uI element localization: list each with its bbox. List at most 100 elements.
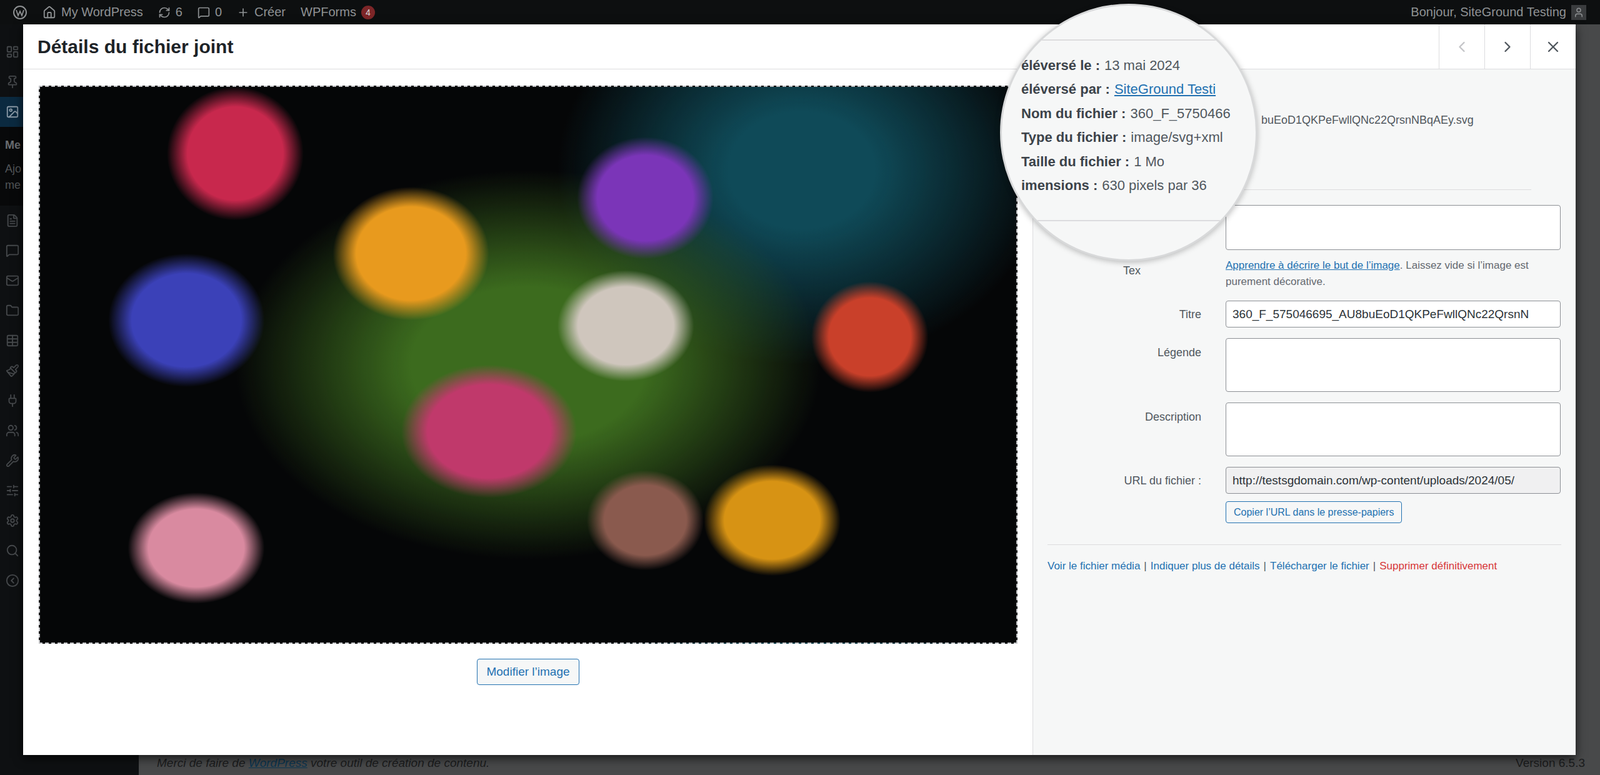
menu-icon [5, 45, 20, 59]
field-stack [1225, 338, 1561, 392]
magnified-separator [1001, 220, 1256, 222]
modal-header: Détails du fichier joint [23, 24, 1576, 70]
field-input[interactable]: 360_F_575046695_AU8buEoD1QKPeFwllQNc22Qr… [1225, 300, 1561, 328]
action-link[interactable]: Supprimer définitivement [1379, 558, 1497, 574]
magnified-detail-label: Type du fichier : [1021, 125, 1127, 150]
edit-image-button[interactable]: Modifier l’image [476, 658, 579, 685]
footer-link[interactable]: WordPress [248, 756, 308, 770]
footer-version: Version 6.5.3 [1515, 756, 1585, 770]
magnified-detail-label: éléversé par : [1021, 77, 1110, 102]
plus-icon [236, 6, 250, 19]
action-separator: | [1263, 558, 1267, 574]
updates[interactable]: 6 [150, 0, 190, 25]
menu-icon [5, 393, 20, 408]
menu-icon [5, 363, 20, 378]
field-label: URL du fichier : [1047, 466, 1202, 524]
magnified-detail-label: Taille du fichier : [1021, 150, 1130, 174]
action-link[interactable]: Télécharger le fichier [1270, 558, 1370, 574]
wordpress-menu[interactable] [5, 0, 35, 25]
home-icon [42, 5, 57, 20]
wordpress-logo-icon[interactable] [12, 5, 28, 20]
magnified-detail-row: éléversé le :13 mai 2024 [1021, 53, 1256, 78]
attachment-image [38, 85, 1018, 644]
field-label: Description [1047, 402, 1202, 457]
field-stack: Apprendre à décrire le but de l’image. L… [1225, 205, 1561, 290]
magnified-detail-value: 1 Mo [1133, 150, 1165, 174]
magnified-detail-row: éléversé par :SiteGround Testi [1021, 77, 1256, 102]
field-textarea[interactable] [1225, 338, 1561, 392]
footer: Merci de faire de WordPress votre outil … [138, 755, 1600, 775]
menu-icon [5, 75, 20, 89]
image-area: Modifier l’image [23, 69, 1033, 755]
field-label: Titre [1047, 300, 1202, 328]
field-textarea[interactable] [1225, 402, 1561, 457]
field-stack [1225, 402, 1561, 457]
account-menu[interactable]: Bonjour, SiteGround Testing [1403, 0, 1594, 25]
wpforms-menu[interactable]: WPForms4 [293, 0, 383, 25]
wpforms-badge: 4 [361, 5, 375, 20]
help-link[interactable]: Apprendre à décrire le but de l’image [1225, 259, 1400, 272]
menu-icon [5, 213, 20, 228]
refresh-icon [158, 6, 171, 19]
field-textarea[interactable] [1225, 205, 1561, 250]
chevron-left-icon [1453, 38, 1471, 56]
comments-count: 0 [215, 5, 222, 20]
field-row: Titre 360_F_575046695_AU8buEoD1QKPeFwllQN… [1047, 300, 1562, 328]
footer-thanks: Merci de faire de WordPress votre outil … [156, 756, 490, 770]
menu-icon [5, 333, 20, 348]
new-content[interactable]: Créer [229, 0, 294, 25]
admin-bar-right: Bonjour, SiteGround Testing [1403, 0, 1594, 25]
modal-title: Détails du fichier joint [23, 36, 234, 58]
action-separator: | [1143, 558, 1147, 574]
menu-icon [5, 273, 20, 288]
updates-count: 6 [175, 5, 183, 20]
menu-icon [5, 453, 20, 468]
comments[interactable]: 0 [190, 0, 230, 25]
action-link[interactable]: Indiquer plus de détails [1150, 558, 1260, 574]
field-label: Légende [1047, 338, 1202, 392]
menu-icon [5, 543, 20, 558]
magnified-detail-value[interactable]: SiteGround Testi [1114, 77, 1216, 102]
copy-url-button[interactable]: Copier l’URL dans le presse-papiers [1225, 501, 1402, 524]
field-row: Légende [1047, 338, 1562, 392]
site-name[interactable]: My WordPress [35, 0, 151, 25]
action-link[interactable]: Voir le fichier média [1047, 558, 1140, 574]
admin-bar-left: My WordPress 6 0 Créer WPForms4 [5, 0, 383, 25]
comment-icon [197, 6, 210, 19]
magnified-detail-label: éléversé le : [1021, 53, 1100, 78]
next-button[interactable] [1484, 24, 1530, 69]
magnified-detail-row: Type du fichier :image/svg+xml [1021, 125, 1256, 150]
action-separator: | [1373, 558, 1376, 574]
user-icon [1573, 6, 1585, 19]
menu-icon [5, 513, 20, 528]
field-row: URL du fichier : http://testsgdomain.com/… [1047, 466, 1562, 524]
attachment-modal: Détails du fichier joint Modifier l’image… [23, 24, 1576, 755]
modal-nav [1438, 24, 1576, 69]
menu-icon [5, 105, 20, 119]
field-stack: 360_F_575046695_AU8buEoD1QKPeFwllQNc22Qr… [1225, 300, 1561, 328]
menu-icon [5, 423, 20, 438]
magnified-detail-row: imensions :630 pixels par 36 [1021, 173, 1256, 198]
chevron-right-icon [1498, 38, 1517, 56]
admin-bar: My WordPress 6 0 Créer WPForms4 Bonjour, Site… [0, 0, 1600, 25]
magnified-detail-value: 630 pixels par 36 [1101, 173, 1207, 198]
magnified-detail-row: Taille du fichier :1 Mo [1021, 150, 1256, 174]
greeting: Bonjour, SiteGround Testing [1410, 5, 1567, 20]
site-name-text: My WordPress [61, 5, 144, 20]
field-input[interactable]: http://testsgdomain.com/wp-content/uploa… [1225, 466, 1561, 494]
field-help: Apprendre à décrire le but de l’image. L… [1225, 257, 1561, 290]
magnified-detail-label: imensions : [1021, 173, 1098, 198]
magnified-header-border [1001, 39, 1256, 41]
avatar [1571, 5, 1587, 20]
close-button[interactable] [1530, 24, 1576, 69]
magnified-detail-row: Nom du fichier :360_F_5750466 [1021, 101, 1256, 126]
filename-tail: buEoD1QKPeFwllQNc22QrsnNBqAEy.svg [1261, 113, 1474, 127]
menu-icon [5, 483, 20, 498]
new-content-text: Créer [254, 5, 286, 20]
menu-icon [5, 573, 20, 588]
field-stack: http://testsgdomain.com/wp-content/uploa… [1225, 466, 1561, 524]
field-row: Description [1047, 402, 1562, 457]
previous-button[interactable] [1438, 24, 1485, 69]
menu-icon [5, 303, 20, 318]
modal-body: Modifier l’image buEoD1QKPeFwllQNc22QrsnN… [23, 69, 1576, 755]
